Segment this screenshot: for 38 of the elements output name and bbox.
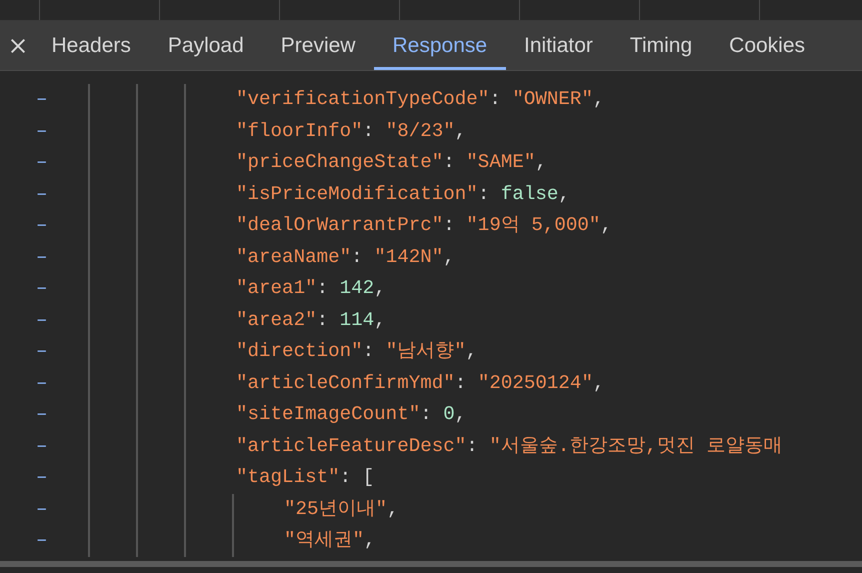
code-line: "priceChangeState": "SAME", <box>235 150 547 176</box>
code-line: "area1": 142, <box>235 276 386 302</box>
tab[interactable]: Headers <box>33 21 150 70</box>
line-marker: – <box>36 374 48 393</box>
line-marker: – <box>36 468 48 488</box>
code-line: "dealOrWarrantPrc": "19억 5,000", <box>235 213 612 238</box>
tab[interactable]: Payload <box>149 21 262 70</box>
tab[interactable]: Initiator <box>506 21 612 70</box>
line-marker: – <box>36 500 48 519</box>
code-line: "areaName": "142N", <box>235 244 455 270</box>
line-marker: – <box>36 310 48 330</box>
line-marker: – <box>36 279 48 298</box>
code-line: "isPriceModification": false, <box>235 182 570 207</box>
tab[interactable]: Timing <box>611 21 711 70</box>
horizontal-scrollbar[interactable] <box>0 561 862 567</box>
code-line: "역세권", <box>283 528 376 554</box>
code-line: "floorInfo": "8/23", <box>235 118 466 144</box>
line-marker: – <box>36 248 48 267</box>
code-line: "25년이내", <box>283 496 399 522</box>
tab[interactable]: Cookies <box>710 21 824 70</box>
line-marker: – <box>36 90 48 110</box>
line-marker: – <box>36 405 48 424</box>
code-line: "direction": "남서향", <box>235 339 478 364</box>
tab[interactable]: Preview <box>262 21 374 70</box>
code-line: "articleConfirmYmd": "20250124", <box>235 370 604 396</box>
code-line: "articleFeatureDesc": "서울숲.한강조망,멋진 로얄동매 <box>235 434 782 459</box>
line-marker: – <box>36 436 48 456</box>
line-marker: – <box>36 531 48 550</box>
code-line: "tagList": [ <box>235 465 374 490</box>
code-line: "verificationTypeCode": "OWNER", <box>235 87 604 112</box>
code-line: "siteImageCount": 0, <box>235 402 466 428</box>
line-marker: – <box>36 153 48 172</box>
line-marker: – <box>36 122 48 141</box>
line-marker: – <box>36 184 48 204</box>
line-marker: – <box>36 216 48 236</box>
code-line: "area2": 114, <box>235 308 386 333</box>
tab[interactable]: Response <box>374 21 506 70</box>
line-marker: – <box>36 342 48 362</box>
